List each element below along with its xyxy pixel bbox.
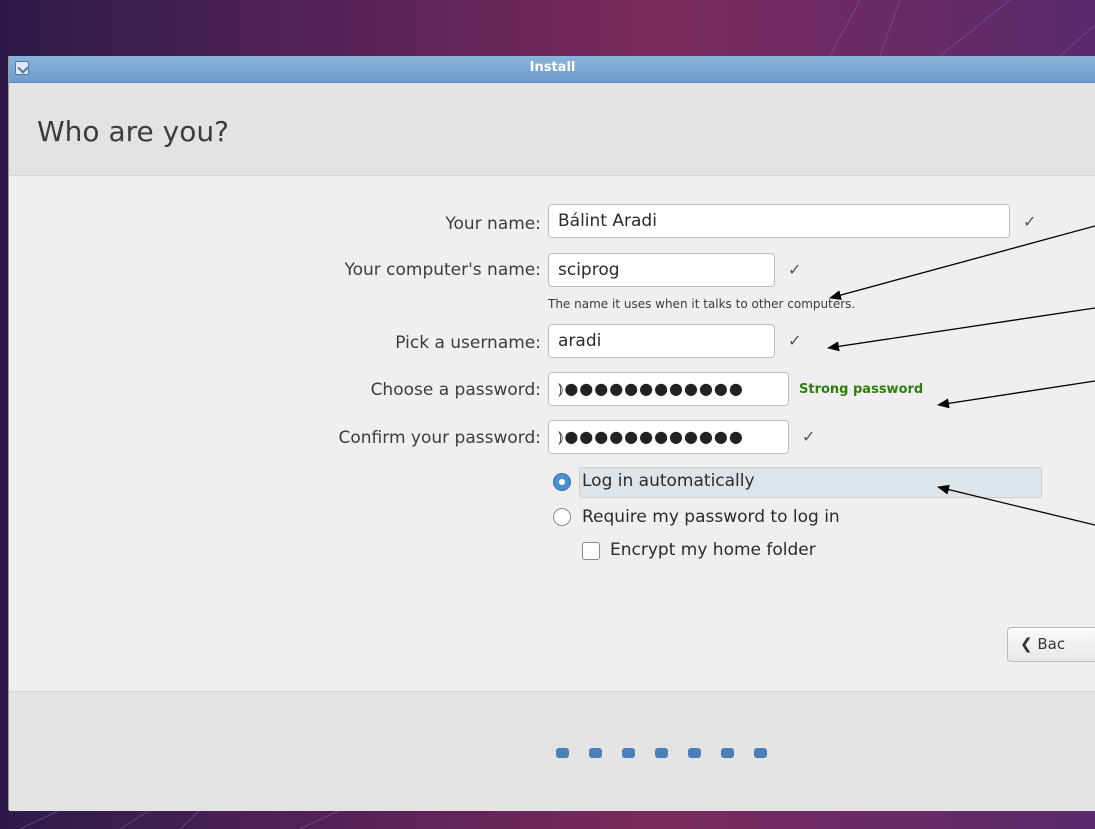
annotation-arrow-username — [827, 307, 1095, 352]
annotation-arrow-login-auto — [937, 484, 1095, 526]
annotation-arrow-computer-name — [829, 225, 1095, 300]
annotation-arrows — [827, 225, 1095, 526]
annotation-arrow-password-strength — [937, 380, 1095, 409]
